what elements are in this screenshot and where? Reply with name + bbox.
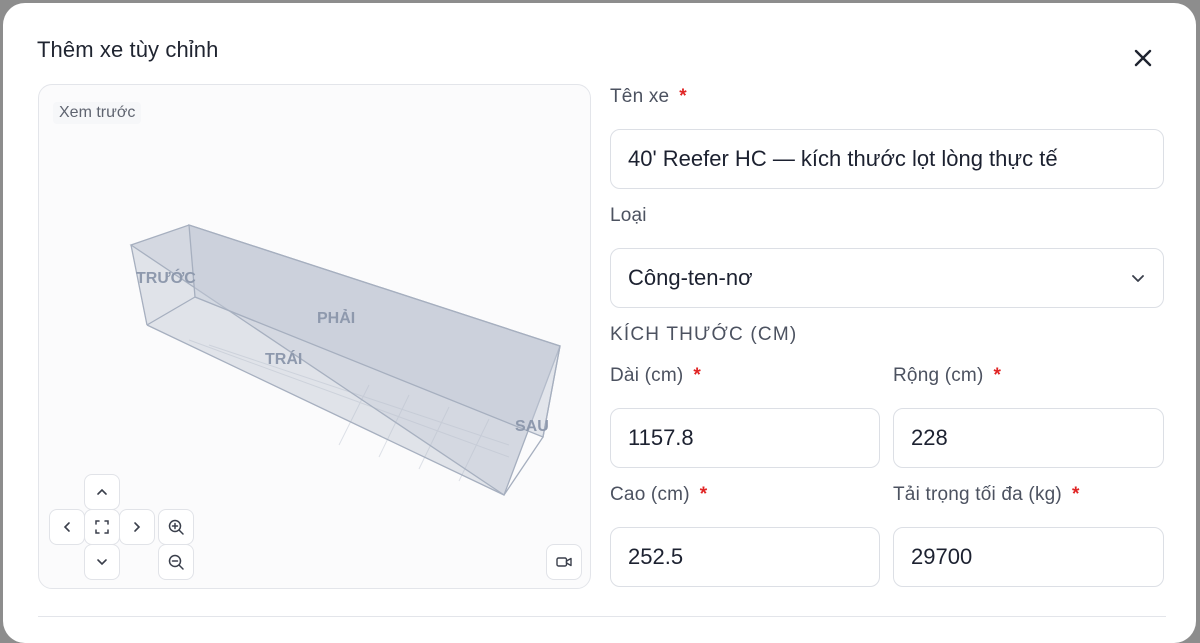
face-label-right: PHẢI bbox=[317, 308, 355, 327]
face-label-left: TRÁI bbox=[265, 349, 302, 368]
fit-screen-icon bbox=[95, 520, 109, 534]
height-label: Cao (cm) * bbox=[610, 484, 707, 506]
close-button[interactable] bbox=[1127, 42, 1159, 74]
vehicle-type-select[interactable]: Công-ten-nơ bbox=[610, 248, 1164, 308]
pan-up-button[interactable] bbox=[84, 474, 120, 510]
close-icon bbox=[1134, 49, 1152, 67]
required-marker: * bbox=[699, 484, 708, 505]
length-label-text: Dài (cm) bbox=[610, 365, 684, 386]
chevron-down-icon bbox=[1132, 275, 1144, 282]
container-box-shape bbox=[129, 224, 561, 496]
max-load-label-text: Tải trọng tối đa (kg) bbox=[893, 484, 1062, 505]
max-load-value: 29700 bbox=[911, 544, 973, 569]
vehicle-type-label: Loại bbox=[610, 205, 647, 226]
width-label-text: Rộng (cm) bbox=[893, 365, 984, 386]
footer-divider bbox=[38, 616, 1166, 617]
height-input[interactable]: 252.5 bbox=[610, 527, 880, 587]
dialog-title: Thêm xe tùy chỉnh bbox=[37, 37, 219, 62]
face-label-front: TRƯỚC bbox=[136, 268, 196, 287]
max-load-input[interactable]: 29700 bbox=[893, 527, 1164, 587]
chevron-right-icon bbox=[134, 522, 141, 532]
preview-panel[interactable]: Xem trước TRƯỚC PHẢI TRÁI SAU bbox=[38, 84, 591, 589]
vehicle-type-selected: Công-ten-nơ bbox=[628, 265, 753, 290]
fit-view-button[interactable] bbox=[84, 509, 120, 545]
height-value: 252.5 bbox=[628, 544, 684, 569]
required-marker: * bbox=[1071, 484, 1080, 505]
zoom-out-icon bbox=[168, 554, 184, 570]
camera-button[interactable] bbox=[546, 544, 582, 580]
pan-down-button[interactable] bbox=[84, 544, 120, 580]
vehicle-name-input[interactable]: 40' Reefer HC — kích thước lọt lòng thực… bbox=[610, 129, 1164, 189]
width-value: 228 bbox=[911, 425, 948, 450]
pan-right-button[interactable] bbox=[119, 509, 155, 545]
video-camera-icon bbox=[556, 557, 572, 567]
length-input[interactable]: 1157.8 bbox=[610, 408, 880, 468]
max-load-label: Tải trọng tối đa (kg) * bbox=[893, 484, 1080, 506]
length-label: Dài (cm) * bbox=[610, 365, 701, 387]
width-input[interactable]: 228 bbox=[893, 408, 1164, 468]
chevron-left-icon bbox=[63, 522, 70, 532]
add-custom-vehicle-dialog: Thêm xe tùy chỉnh Xem trước TRƯỚC PHẢI T… bbox=[3, 3, 1196, 643]
chevron-up-icon bbox=[97, 488, 107, 495]
required-marker: * bbox=[993, 365, 1002, 386]
zoom-in-button[interactable] bbox=[158, 509, 194, 545]
zoom-in-icon bbox=[168, 519, 184, 535]
vehicle-name-label-text: Tên xe bbox=[610, 86, 670, 107]
vehicle-name-label: Tên xe * bbox=[610, 86, 687, 108]
length-value: 1157.8 bbox=[628, 425, 694, 450]
vehicle-name-value: 40' Reefer HC — kích thước lọt lòng thực… bbox=[628, 146, 1058, 171]
pan-left-button[interactable] bbox=[49, 509, 85, 545]
required-marker: * bbox=[679, 86, 687, 107]
width-label: Rộng (cm) * bbox=[893, 365, 1001, 387]
required-marker: * bbox=[693, 365, 701, 386]
dimensions-section-title: KÍCH THƯỚC (CM) bbox=[610, 324, 798, 345]
zoom-out-button[interactable] bbox=[158, 544, 194, 580]
chevron-down-icon bbox=[97, 559, 107, 566]
face-label-back: SAU bbox=[515, 418, 549, 435]
height-label-text: Cao (cm) bbox=[610, 484, 690, 505]
